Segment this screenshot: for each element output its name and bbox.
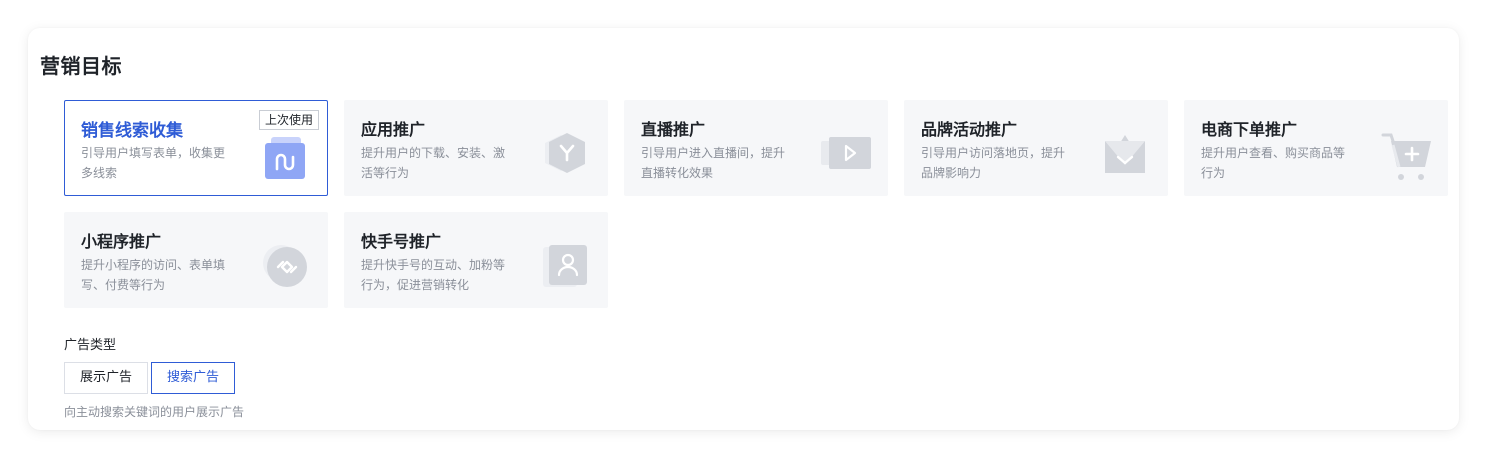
card-desc: 提升用户查看、购买商品等行为: [1201, 146, 1346, 180]
card-title: 小程序推广: [81, 232, 162, 251]
user-profile-icon: [543, 245, 587, 287]
card-title: 销售线索收集: [81, 121, 183, 141]
card-desc: 提升快手号的互动、加粉等行为，促进营销转化: [361, 258, 506, 292]
section-title: 营销目标: [40, 54, 122, 78]
last-used-badge: 上次使用: [258, 110, 319, 130]
display-ad-option[interactable]: 展示广告: [64, 362, 149, 394]
shopping-cart-icon: [1381, 133, 1431, 180]
card-title: 品牌活动推广: [921, 120, 1018, 139]
goal-card-ecommerce-promotion[interactable]: 电商下单推广 提升用户查看、购买商品等行为: [1184, 100, 1448, 196]
goal-card-brand-promotion[interactable]: 品牌活动推广 引导用户访问落地页，提升品牌影响力: [904, 100, 1168, 196]
card-title: 应用推广: [361, 120, 426, 139]
crown-icon: [1105, 135, 1145, 173]
goal-card-live-promotion[interactable]: 直播推广 引导用户进入直播间，提升直播转化效果: [624, 100, 888, 196]
card-desc: 引导用户进入直播间，提升直播转化效果: [641, 146, 786, 180]
card-title: 直播推广: [641, 120, 706, 139]
card-desc: 引导用户访问落地页，提升品牌影响力: [921, 146, 1066, 180]
card-desc: 引导用户填写表单，收集更多线索: [81, 146, 226, 180]
card-desc: 提升小程序的访问、表单填写、付费等行为: [81, 258, 226, 292]
ad-type-hint: 向主动搜索关键词的用户展示广告: [64, 405, 245, 419]
goal-card-lead-collection[interactable]: 销售线索收集 引导用户填写表单，收集更多线索 上次使用: [64, 100, 328, 196]
card-title: 电商下单推广: [1201, 120, 1298, 139]
card-title: 快手号推广: [361, 232, 442, 251]
goal-card-mini-program-promotion[interactable]: 小程序推广 提升小程序的访问、表单填写、付费等行为: [64, 212, 328, 308]
goal-card-app-promotion[interactable]: 应用推广 提升用户的下载、安装、激活等行为: [344, 100, 608, 196]
video-camera-icon: [821, 137, 871, 169]
hexagon-app-icon: [545, 133, 585, 173]
mini-program-icon: [263, 245, 307, 287]
card-desc: 提升用户的下载、安装、激活等行为: [361, 146, 506, 180]
marketing-goal-panel: 营销目标 销售线索收集 引导用户填写表单，收集更多线索 上次使用 应用推广 提升…: [28, 28, 1459, 430]
search-ad-option[interactable]: 搜索广告: [151, 362, 236, 394]
ad-type-label: 广告类型: [64, 338, 117, 353]
folder-icon: [265, 137, 305, 179]
goal-card-kuaishou-promotion[interactable]: 快手号推广 提升快手号的互动、加粉等行为，促进营销转化: [344, 212, 608, 308]
